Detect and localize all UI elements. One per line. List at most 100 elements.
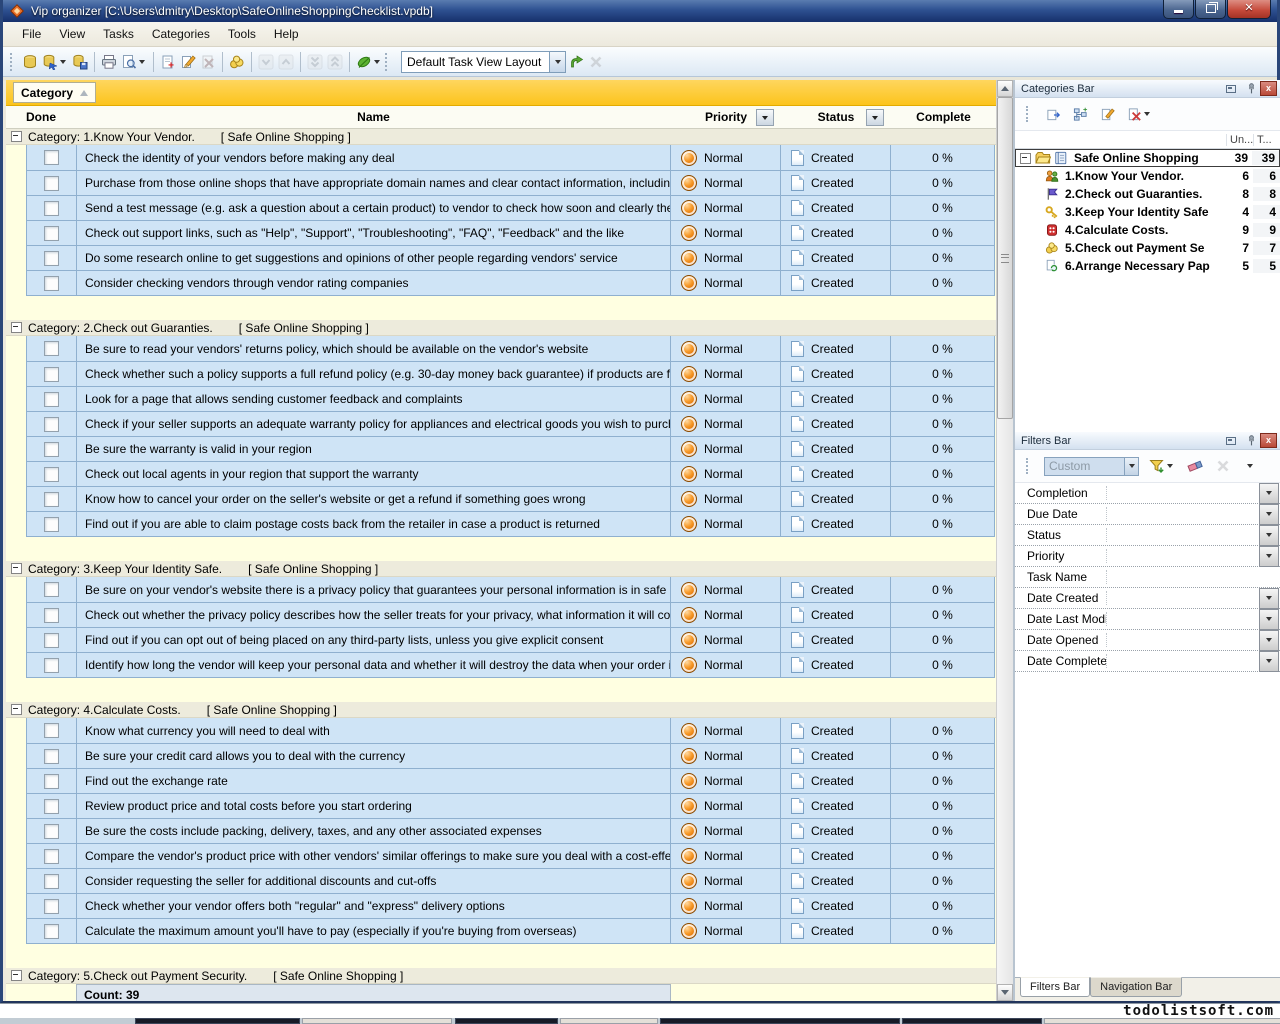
task-name-cell[interactable]: Send a test message (e.g. ask a question… [77, 196, 671, 220]
done-checkbox[interactable] [44, 749, 59, 764]
task-name-cell[interactable]: Review product price and total costs bef… [77, 794, 671, 818]
done-checkbox[interactable] [44, 658, 59, 673]
task-row[interactable]: Find out if you can opt out of being pla… [27, 627, 994, 652]
done-checkbox[interactable] [44, 723, 59, 738]
priority-cell[interactable]: Normal [671, 869, 781, 893]
task-name-cell[interactable]: Be sure your credit card allows you to d… [77, 744, 671, 768]
open-database-button[interactable] [40, 50, 70, 73]
status-cell[interactable]: Created [781, 894, 891, 918]
priority-cell[interactable]: Normal [671, 744, 781, 768]
priority-cell[interactable]: Normal [671, 412, 781, 436]
task-name-cell[interactable]: Find out if you can opt out of being pla… [77, 628, 671, 652]
panel-close-button[interactable]: x [1260, 433, 1277, 448]
status-cell[interactable]: Created [781, 794, 891, 818]
panel-restore-button[interactable] [1222, 433, 1240, 448]
status-cell[interactable]: Created [781, 577, 891, 602]
tab-filters-bar[interactable]: Filters Bar [1020, 977, 1090, 997]
filter-value[interactable] [1107, 567, 1280, 587]
column-header-priority[interactable]: Priority [671, 106, 781, 128]
priority-cell[interactable]: Normal [671, 844, 781, 868]
task-row[interactable]: Consider requesting the seller for addit… [27, 868, 994, 893]
status-cell[interactable]: Created [781, 387, 891, 411]
done-checkbox[interactable] [44, 226, 59, 241]
task-row[interactable]: Check whether such a policy supports a f… [27, 361, 994, 386]
new-task-button[interactable]: + [158, 50, 178, 73]
priority-cell[interactable]: Normal [671, 462, 781, 486]
status-cell[interactable]: Created [781, 171, 891, 195]
task-row[interactable]: Check if your seller supports an adequat… [27, 411, 994, 436]
done-checkbox[interactable] [44, 582, 59, 597]
filter-preset-combo[interactable]: Custom [1044, 457, 1139, 476]
task-name-cell[interactable]: Check out support links, such as "Help",… [77, 221, 671, 245]
priority-cell[interactable]: Normal [671, 628, 781, 652]
column-header-complete[interactable]: Complete [891, 106, 996, 128]
task-row[interactable]: Be sure the costs include packing, deliv… [27, 818, 994, 843]
category-group-row[interactable]: Category: 4.Calculate Costs.[ Safe Onlin… [6, 702, 996, 718]
priority-cell[interactable]: Normal [671, 387, 781, 411]
done-checkbox[interactable] [44, 176, 59, 191]
done-checkbox[interactable] [44, 417, 59, 432]
move-bottom-button[interactable] [305, 50, 325, 73]
priority-cell[interactable]: Normal [671, 336, 781, 361]
status-cell[interactable]: Created [781, 769, 891, 793]
status-cell[interactable]: Created [781, 653, 891, 677]
task-name-cell[interactable]: Find out the exchange rate [77, 769, 671, 793]
task-row[interactable]: Be sure to read your vendors' returns po… [27, 336, 994, 361]
tree-item-category[interactable]: 5.Check out Payment Se77 [1015, 239, 1280, 257]
delete-task-button[interactable] [198, 50, 218, 73]
filter-value[interactable] [1107, 630, 1259, 650]
task-name-cell[interactable]: Check out whether the privacy policy des… [77, 603, 671, 627]
status-filter-button[interactable] [866, 109, 884, 126]
clear-filter-button[interactable] [1185, 455, 1205, 478]
task-row[interactable]: Be sure your credit card allows you to d… [27, 743, 994, 768]
task-row[interactable]: Look for a page that allows sending cust… [27, 386, 994, 411]
task-row[interactable]: Send a test message (e.g. ask a question… [27, 195, 994, 220]
collapse-minus-icon[interactable] [11, 131, 22, 142]
priority-cell[interactable]: Normal [671, 145, 781, 170]
filter-value[interactable] [1107, 483, 1259, 503]
status-cell[interactable]: Created [781, 819, 891, 843]
filter-dropdown-button[interactable] [1259, 630, 1279, 651]
status-cell[interactable]: Created [781, 744, 891, 768]
priority-cell[interactable]: Normal [671, 221, 781, 245]
priority-cell[interactable]: Normal [671, 769, 781, 793]
move-up-button[interactable] [276, 50, 296, 73]
category-group-row[interactable]: Category: 1.Know Your Vendor.[ Safe Onli… [6, 129, 996, 145]
panel-pin-icon[interactable] [1242, 81, 1260, 96]
done-checkbox[interactable] [44, 874, 59, 889]
category-group-row[interactable]: Category: 3.Keep Your Identity Safe.[ Sa… [6, 561, 996, 577]
status-cell[interactable]: Created [781, 603, 891, 627]
tree-item-category[interactable]: 3.Keep Your Identity Safe44 [1015, 203, 1280, 221]
task-name-cell[interactable]: Purchase from those online shops that ha… [77, 171, 671, 195]
priority-cell[interactable]: Normal [671, 271, 781, 295]
filter-value[interactable] [1107, 651, 1259, 671]
apply-filter-button[interactable] [1147, 455, 1177, 478]
filter-value[interactable] [1107, 609, 1259, 629]
status-cell[interactable]: Created [781, 336, 891, 361]
status-cell[interactable]: Created [781, 869, 891, 893]
priority-cell[interactable]: Normal [671, 653, 781, 677]
group-field-chip[interactable]: Category [13, 82, 96, 103]
task-row[interactable]: Identify how long the vendor will keep y… [27, 652, 994, 677]
add-category-button[interactable] [1044, 103, 1063, 126]
category-group-row[interactable]: Category: 5.Check out Payment Security.[… [6, 968, 996, 984]
column-header-name[interactable]: Name [76, 106, 671, 128]
close-button[interactable]: ✕ [1227, 0, 1271, 19]
status-cell[interactable]: Created [781, 412, 891, 436]
task-row[interactable]: Do some research online to get suggestio… [27, 245, 994, 270]
task-name-cell[interactable]: Consider checking vendors through vendor… [77, 271, 671, 295]
move-top-button[interactable] [325, 50, 345, 73]
status-cell[interactable]: Created [781, 718, 891, 743]
task-name-cell[interactable]: Be sure to read your vendors' returns po… [77, 336, 671, 361]
filter-dropdown-button[interactable] [1259, 651, 1279, 672]
task-row[interactable]: Compare the vendor's product price with … [27, 843, 994, 868]
status-cell[interactable]: Created [781, 512, 891, 536]
priority-cell[interactable]: Normal [671, 487, 781, 511]
tree-item-category[interactable]: 2.Check out Guaranties.88 [1015, 185, 1280, 203]
print-button[interactable] [99, 50, 119, 73]
done-checkbox[interactable] [44, 367, 59, 382]
filter-value[interactable] [1107, 525, 1259, 545]
collapse-minus-icon[interactable] [11, 322, 22, 333]
collapse-minus-icon[interactable] [11, 563, 22, 574]
scrollbar-thumb[interactable] [997, 97, 1013, 419]
